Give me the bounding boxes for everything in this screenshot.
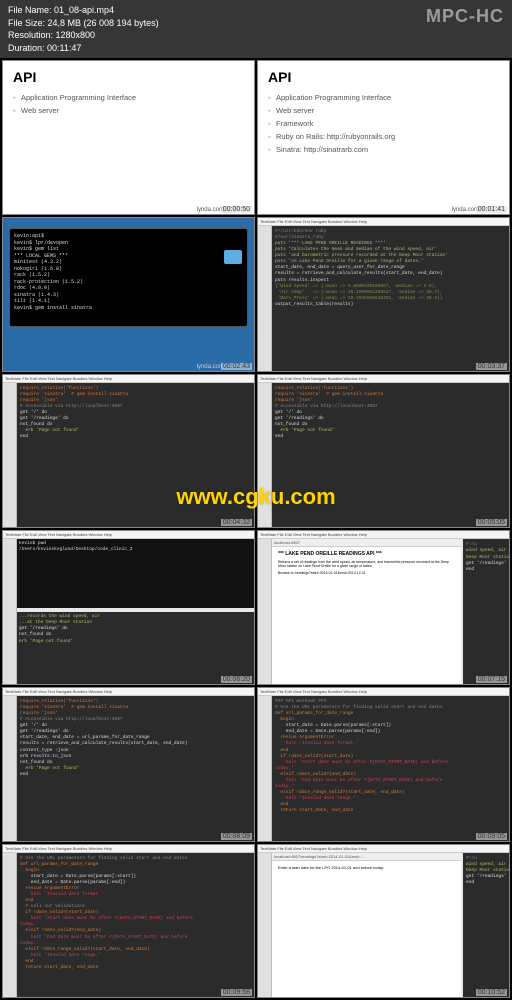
timestamp: 00:10:52 xyxy=(476,989,507,996)
timestamp: 00:09:58 xyxy=(221,989,252,996)
timestamp: 00:06:20 xyxy=(221,676,252,683)
timestamp: 00:02:43 xyxy=(221,363,252,370)
file-info-header: File Name: 01_08-api.mp4 File Size: 24,8… xyxy=(0,0,512,58)
code-line: end xyxy=(275,434,506,440)
browser-window: localhost:4567/readings?start=2014-01-01… xyxy=(272,853,461,998)
slide-item: Web server xyxy=(13,104,244,117)
browser-results: Browse to /readings?start=2014-01-01&end… xyxy=(278,571,455,575)
thumb-4[interactable]: TextMate File Edit View Text Navigate Bu… xyxy=(257,217,510,372)
code-line: return start_date, end_date xyxy=(20,965,251,971)
browser-window: localhost:4567 *** LAKE PEND OREILLE REA… xyxy=(272,539,461,684)
browser-url: localhost:4567 xyxy=(272,539,461,547)
menubar: TextMate File Edit View Text Navigate Bu… xyxy=(258,375,509,383)
browser-subtitle: Returns a set of readings from the wind … xyxy=(278,560,455,568)
code-line: output_results_table(results) xyxy=(275,302,506,308)
menubar: TextMate File Edit View Text Navigate Bu… xyxy=(258,531,509,539)
editor-sidebar xyxy=(258,226,272,371)
code-editor: ...records the wind speed, air...at the … xyxy=(17,612,254,684)
timestamp: 00:09:05 xyxy=(476,833,507,840)
timestamp: 00:05:05 xyxy=(476,519,507,526)
editor-sidebar xyxy=(3,383,17,528)
browser-title: *** LAKE PEND OREILLE READINGS API *** xyxy=(278,551,455,557)
code-line: wind speed, air xyxy=(466,548,506,554)
thumb-11[interactable]: TextMate File Edit View Text Navigate Bu… xyxy=(2,844,255,999)
editor-sidebar xyxy=(3,853,17,998)
slide-api-short: API Application Programming Interface We… xyxy=(3,61,254,125)
code-editor: require_relative('functions')require 'si… xyxy=(272,383,509,528)
timestamp: 00:01:41 xyxy=(476,206,507,213)
code-editor: # Use the URL parameters for finding val… xyxy=(17,853,254,998)
folder-icon xyxy=(224,250,242,264)
menubar: TextMate File Edit View Text Navigate Bu… xyxy=(3,531,254,539)
thumbnail-grid: API Application Programming Interface We… xyxy=(0,58,512,1000)
editor-sidebar xyxy=(258,696,272,841)
resolution: Resolution: 1280x800 xyxy=(8,29,504,42)
menubar: TextMate File Edit View Text Navigate Bu… xyxy=(3,375,254,383)
editor-sidebar xyxy=(258,383,272,528)
timestamp: 00:03:37 xyxy=(476,363,507,370)
menubar: TextMate File Edit View Text Navigate Bu… xyxy=(3,688,254,696)
code-line: erb 'Page not found' xyxy=(19,639,252,645)
thumb-1[interactable]: API Application Programming Interface We… xyxy=(2,60,255,215)
code-line: end xyxy=(466,880,506,886)
slide-item: Application Programming Interface xyxy=(268,91,499,104)
code-line: end xyxy=(20,434,251,440)
code-editor: #!/usr/bin/env ruby#/usr/sinatra_rubyput… xyxy=(272,226,509,371)
slide-item: Sinatra: http://sinatrarb.com xyxy=(268,143,499,156)
timestamp: 00:07:15 xyxy=(476,676,507,683)
terminal-pane: kevin$ pwd /Users/kevinskoglund/Desktop/… xyxy=(17,539,254,608)
thumb-12[interactable]: TextMate File Edit View Text Navigate Bu… xyxy=(257,844,510,999)
code-editor-side: #!/uwind speed, airDeep Moor stationget … xyxy=(463,539,509,684)
term-line: kevin$ gem install sinatra xyxy=(14,305,243,312)
thumb-3[interactable]: kevin:api$ kevin$ lpr/devopen kevin$ gem… xyxy=(2,217,255,372)
timestamp: 00:08:09 xyxy=(221,833,252,840)
editor-sidebar xyxy=(258,539,272,684)
code-editor: require_relative('functions')require 'si… xyxy=(17,383,254,528)
app-brand: MPC-HC xyxy=(426,4,504,29)
timestamp: 00:00:50 xyxy=(221,206,252,213)
editor-sidebar xyxy=(3,539,17,684)
thumb-8[interactable]: TextMate File Edit View Text Navigate Bu… xyxy=(257,530,510,685)
code-line: Deep Moor station xyxy=(466,555,506,561)
slide-title: API xyxy=(13,69,244,85)
browser-url: localhost:4567/readings?start=2014-01-01… xyxy=(272,853,461,861)
code-line: end xyxy=(20,772,251,778)
thumb-6[interactable]: TextMate File Edit View Text Navigate Bu… xyxy=(257,374,510,529)
editor-sidebar xyxy=(3,696,17,841)
code-editor: require_relative('functions')require 'si… xyxy=(17,696,254,841)
code-line: get '/readings' do xyxy=(466,561,506,567)
thumb-7[interactable]: TextMate File Edit View Text Navigate Bu… xyxy=(2,530,255,685)
browser-content: Enter a start date for the LPO 2014-01-0… xyxy=(272,861,461,874)
code-line: Deep Moor station xyxy=(466,868,506,874)
slide-api-long: API Application Programming Interface We… xyxy=(258,61,509,164)
menubar: TextMate File Edit View Text Navigate Bu… xyxy=(3,845,254,853)
slide-item: Framework xyxy=(268,117,499,130)
duration: Duration: 00:11:47 xyxy=(8,42,504,55)
term-path: /Users/kevinskoglund/Desktop/code_clinic… xyxy=(19,547,252,553)
menubar: TextMate File Edit View Text Navigate Bu… xyxy=(258,845,509,853)
thumb-10[interactable]: TextMate File Edit View Text Navigate Bu… xyxy=(257,687,510,842)
slide-item: Ruby on Rails: http://rubyonrails.org xyxy=(268,130,499,143)
thumb-2[interactable]: API Application Programming Interface We… xyxy=(257,60,510,215)
code-line: wind speed, air xyxy=(466,862,506,868)
menubar: TextMate File Edit View Text Navigate Bu… xyxy=(258,218,509,226)
code-editor-side: #!/uwind speed, airDeep Moor stationget … xyxy=(463,853,509,998)
browser-content: *** LAKE PEND OREILLE READINGS API *** R… xyxy=(272,547,461,579)
code-line: return start_date, end_date xyxy=(275,808,506,814)
slide-item: Application Programming Interface xyxy=(13,91,244,104)
slide-item: Web server xyxy=(268,104,499,117)
code-line: end xyxy=(466,567,506,573)
menubar: TextMate File Edit View Text Navigate Bu… xyxy=(258,688,509,696)
slide-title: API xyxy=(268,69,499,85)
thumb-9[interactable]: TextMate File Edit View Text Navigate Bu… xyxy=(2,687,255,842)
editor-sidebar xyxy=(258,853,272,998)
code-editor: ### API methods #### Use the URL paramet… xyxy=(272,696,509,841)
terminal-window: kevin:api$ kevin$ lpr/devopen kevin$ gem… xyxy=(9,228,248,327)
timestamp: 00:04:32 xyxy=(221,519,252,526)
thumb-5[interactable]: TextMate File Edit View Text Navigate Bu… xyxy=(2,374,255,529)
